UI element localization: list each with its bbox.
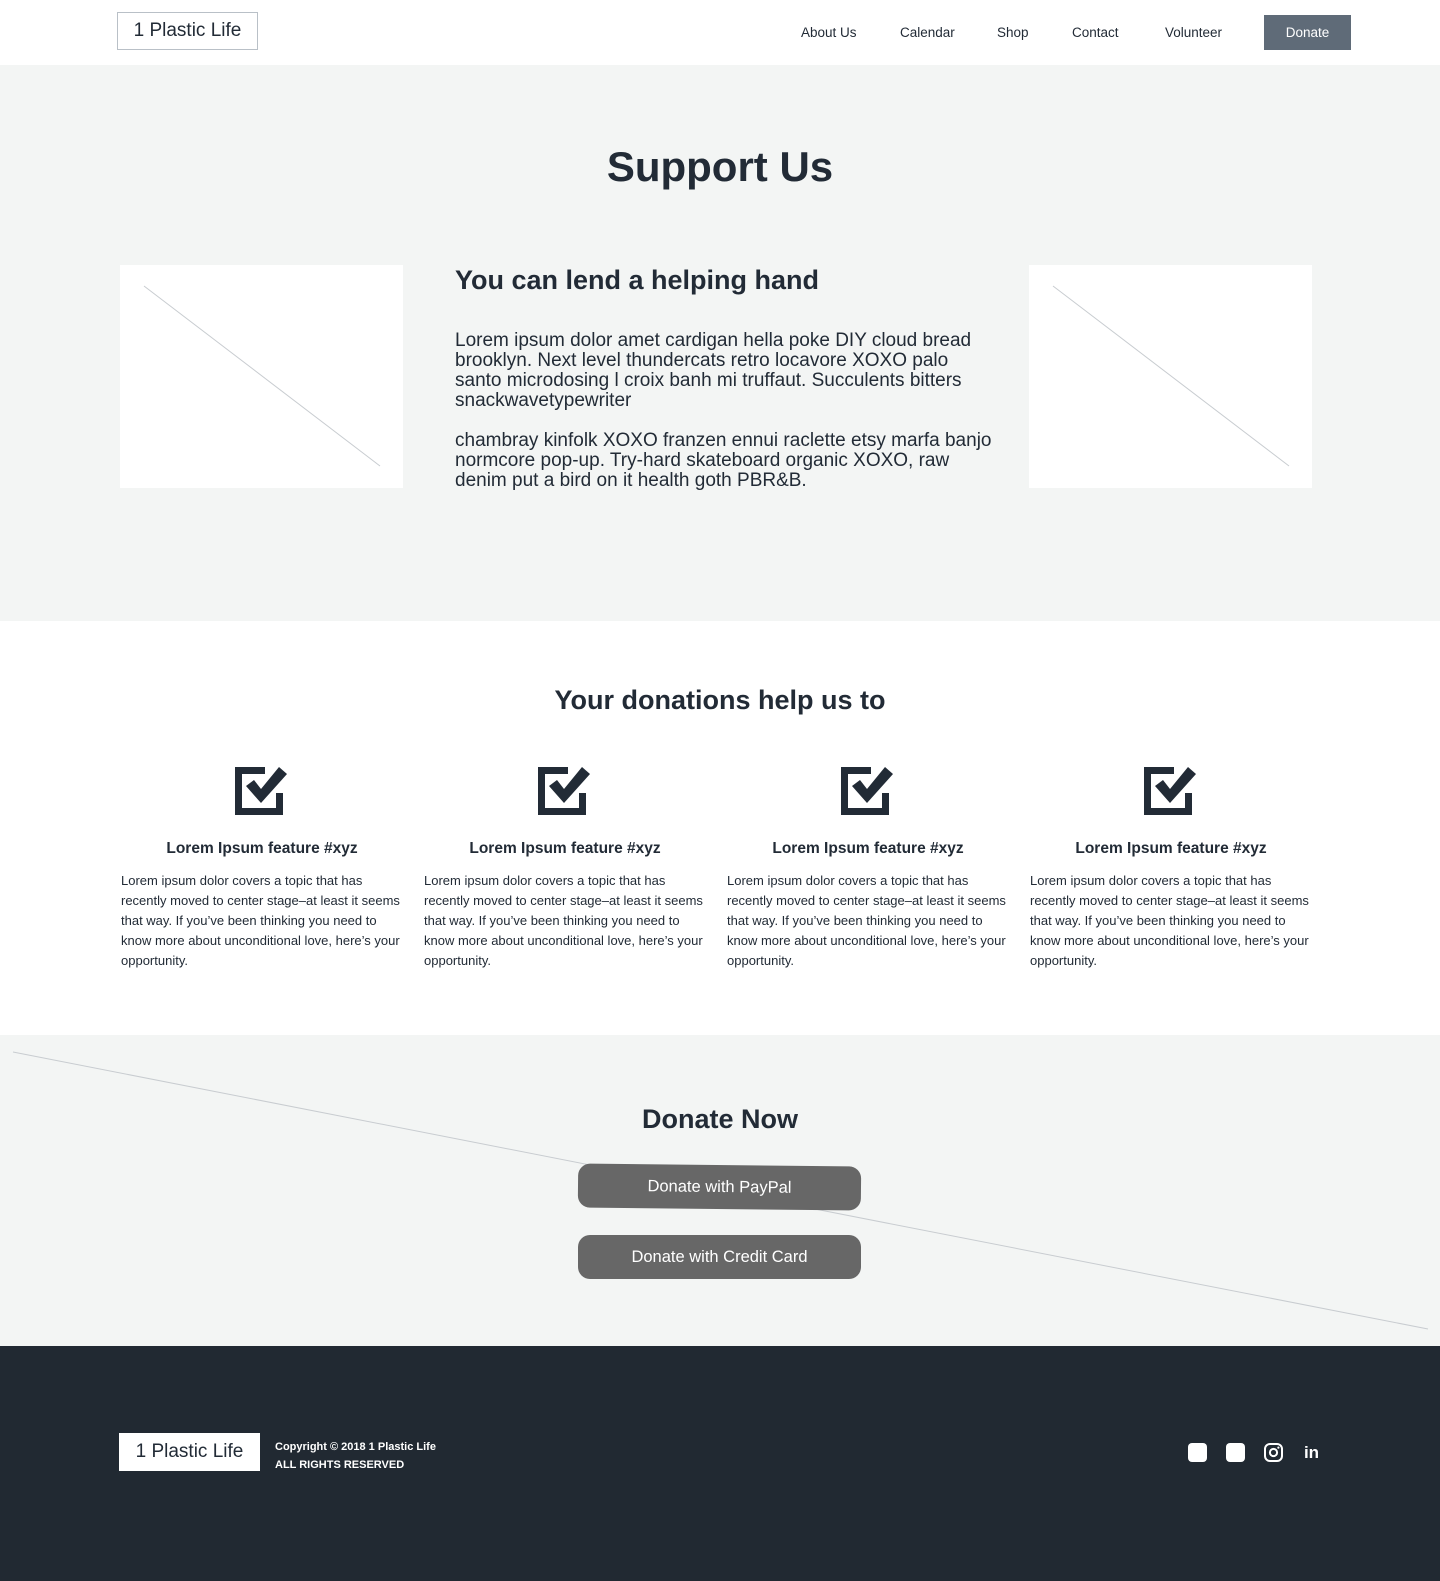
rights-line: ALL RIGHTS RESERVED <box>275 1459 405 1471</box>
social-icon[interactable] <box>1226 1443 1245 1462</box>
feature-description: Lorem ipsum dolor covers a topic that ha… <box>121 873 400 968</box>
nav-contact[interactable]: Contact <box>1072 25 1119 40</box>
checkbox-checked-icon <box>538 767 590 815</box>
nav-volunteer[interactable]: Volunteer <box>1165 25 1222 40</box>
instagram-icon[interactable] <box>1264 1443 1283 1462</box>
nav-calendar[interactable]: Calendar <box>900 25 955 40</box>
feature-title: Lorem Ipsum feature #xyz <box>772 840 964 857</box>
placeholder-diagonal <box>143 285 381 467</box>
checkbox-checked-icon <box>235 767 287 815</box>
copyright-text: Copyright © 2018 1 Plastic Life ALL RIGH… <box>275 1438 436 1474</box>
site-logo[interactable]: 1 Plastic Life <box>117 12 258 50</box>
nav-shop[interactable]: Shop <box>997 25 1029 40</box>
features-title: Your donations help us to <box>554 685 886 715</box>
nav-about-us[interactable]: About Us <box>801 25 857 40</box>
site-header: 1 Plastic Life About Us Calendar Shop Co… <box>0 0 1440 65</box>
donate-section: Donate Now Donate with PayPal Donate wit… <box>0 1035 1440 1346</box>
donate-paypal-button[interactable]: Donate with PayPal <box>577 1163 862 1211</box>
footer-logo[interactable]: 1 Plastic Life <box>119 1433 260 1471</box>
checkbox-checked-icon <box>1144 767 1196 815</box>
hero-paragraph: chambray kinfolk XOXO franzen ennui racl… <box>455 430 992 491</box>
feature-title: Lorem Ipsum feature #xyz <box>166 840 358 857</box>
copyright-line: Copyright © 2018 1 Plastic Life <box>275 1441 436 1453</box>
feature-title: Lorem Ipsum feature #xyz <box>469 840 661 857</box>
hero-subtitle: You can lend a helping hand <box>455 265 820 295</box>
feature-title: Lorem Ipsum feature #xyz <box>1075 840 1267 857</box>
page-title: Support Us <box>606 143 834 190</box>
header-donate-button[interactable]: Donate <box>1264 15 1351 50</box>
donate-credit-card-button[interactable]: Donate with Credit Card <box>578 1235 861 1279</box>
feature-description: Lorem ipsum dolor covers a topic that ha… <box>1030 873 1309 968</box>
image-placeholder-left <box>120 265 403 488</box>
checkbox-checked-icon <box>841 767 893 815</box>
support-section: Support Us You can lend a helping hand L… <box>0 65 1440 621</box>
linkedin-icon[interactable]: in <box>1302 1443 1321 1462</box>
feature-description: Lorem ipsum dolor covers a topic that ha… <box>727 873 1006 968</box>
image-placeholder-right <box>1029 265 1312 488</box>
site-footer: 1 Plastic Life Copyright © 2018 1 Plasti… <box>0 1346 1440 1581</box>
social-icon[interactable] <box>1188 1443 1207 1462</box>
feature-description: Lorem ipsum dolor covers a topic that ha… <box>424 873 703 968</box>
hero-paragraph: Lorem ipsum dolor amet cardigan hella po… <box>455 330 972 411</box>
placeholder-diagonal <box>1052 285 1290 467</box>
donate-title: Donate Now <box>641 1104 798 1134</box>
